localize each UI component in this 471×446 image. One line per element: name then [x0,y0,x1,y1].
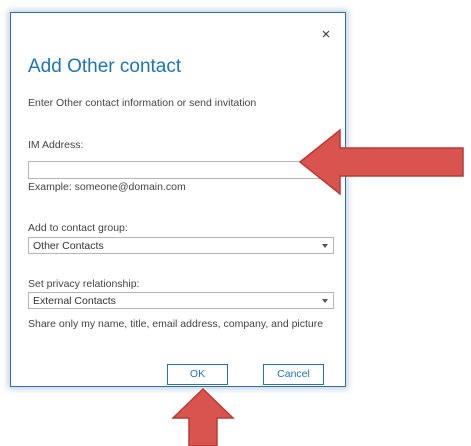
screenshot-stage: × Add Other contact Enter Other contact … [0,0,471,446]
arrow-up-annotation-icon [171,387,235,446]
annotation-layer [171,128,464,446]
arrow-left-annotation-icon [298,128,464,196]
